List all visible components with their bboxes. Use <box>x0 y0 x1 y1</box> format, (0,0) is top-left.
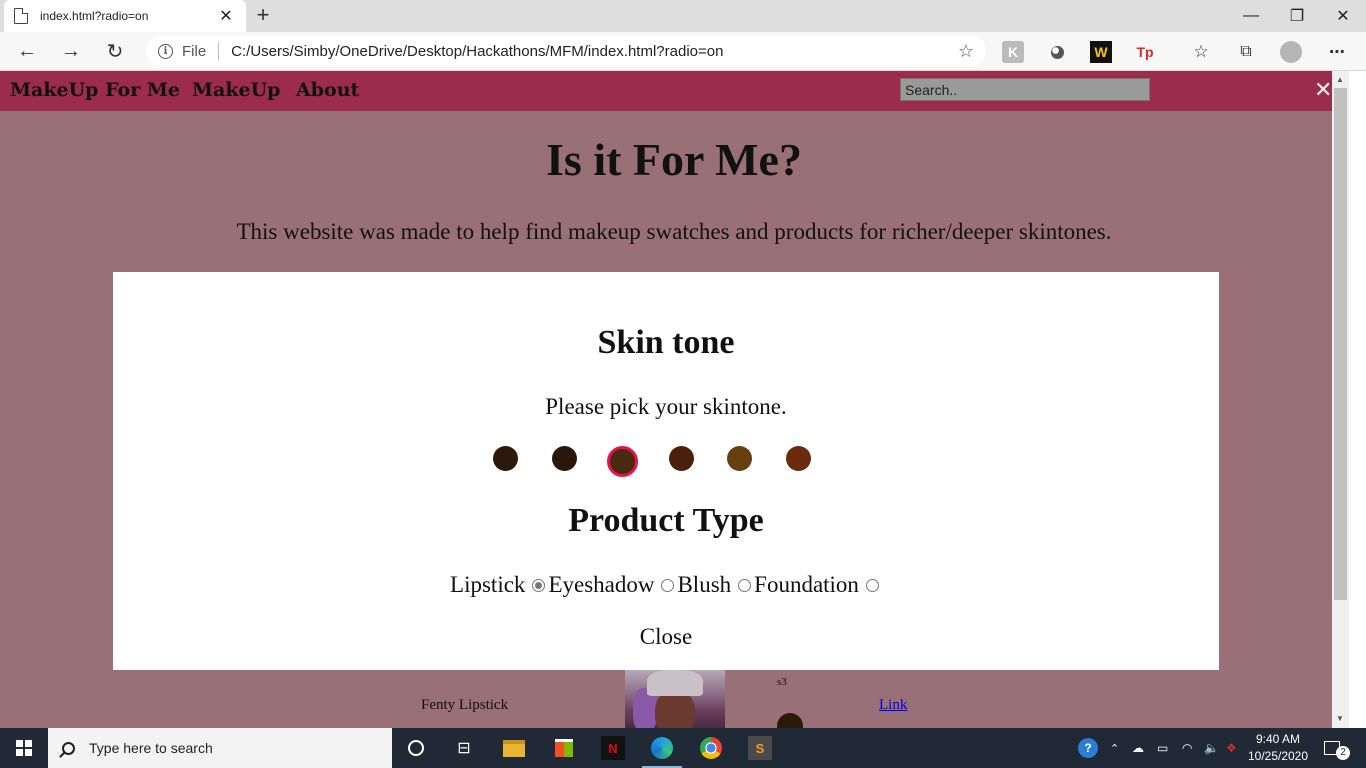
scroll-down-arrow[interactable]: ▼ <box>1336 714 1344 723</box>
forward-button[interactable]: → <box>56 37 86 65</box>
product-name: Fenty Lipstick <box>421 697 509 713</box>
product-option-label: Lipstick <box>450 572 526 597</box>
windows-logo-icon <box>16 740 32 756</box>
browser-toolbar: ← → ↻ i File C:/Users/Simby/OneDrive/Des… <box>0 32 1366 71</box>
extension-circle-icon[interactable] <box>1046 41 1068 63</box>
skin-tone-swatch[interactable] <box>552 446 577 471</box>
skin-tone-swatch[interactable] <box>669 446 694 471</box>
page-title: Is it For Me? <box>546 134 802 185</box>
restore-button[interactable]: ❐ <box>1274 0 1320 32</box>
action-center-icon[interactable]: 2 <box>1324 728 1350 768</box>
product-swatch <box>777 713 803 728</box>
file-explorer-icon[interactable] <box>502 736 526 760</box>
volume-muted-icon[interactable]: 🔈 <box>1204 728 1219 768</box>
product-option-radio[interactable] <box>738 578 752 592</box>
product-option-radio[interactable] <box>532 578 546 592</box>
page-close-icon[interactable]: ✕ <box>1314 77 1332 103</box>
cortana-icon[interactable] <box>404 736 428 760</box>
notification-count: 2 <box>1336 746 1350 760</box>
notification-app-icon[interactable]: ❖ <box>1226 728 1237 768</box>
product-option-label: Foundation <box>754 572 859 597</box>
product-option[interactable]: Foundation <box>754 572 882 598</box>
netflix-icon[interactable]: N <box>601 736 625 760</box>
nav-link-about[interactable]: About <box>296 79 359 101</box>
start-button[interactable] <box>0 728 48 768</box>
skin-tone-swatches <box>113 444 1219 478</box>
chrome-icon[interactable] <box>699 736 723 760</box>
extension-k-icon[interactable]: K <box>1002 41 1024 63</box>
windows-taskbar: Type here to search ⊟ N S ? ⌃ ☁ ▭ ◠ 🔈 ❖ … <box>0 728 1366 768</box>
skin-tone-swatch[interactable] <box>786 446 811 471</box>
url-separator <box>218 42 220 60</box>
site-search-input[interactable] <box>900 78 1150 101</box>
taskbar-search[interactable]: Type here to search <box>48 728 392 768</box>
more-menu-icon[interactable]: ⋯ <box>1326 41 1348 63</box>
clock-time: 9:40 AM <box>1255 732 1301 746</box>
product-option-label: Blush <box>677 572 732 597</box>
profile-avatar-icon[interactable] <box>1280 41 1302 63</box>
edge-icon[interactable] <box>650 736 674 760</box>
onedrive-icon[interactable]: ☁ <box>1132 728 1144 768</box>
battery-icon[interactable]: ▭ <box>1157 728 1168 768</box>
tab-title: index.html?radio=on <box>40 9 149 23</box>
skin-tone-prompt: Please pick your skintone. <box>545 394 787 419</box>
search-icon <box>62 741 75 755</box>
skin-tone-swatch[interactable] <box>607 446 638 477</box>
favorites-icon[interactable]: ☆ <box>1190 41 1212 63</box>
info-icon[interactable]: i <box>158 43 173 59</box>
extension-w-icon[interactable]: W <box>1090 41 1112 63</box>
product-option-radio[interactable] <box>661 578 675 592</box>
minimize-button[interactable]: — <box>1228 0 1274 32</box>
web-page: MakeUp For Me MakeUp About ✕ Is it For M… <box>0 71 1332 728</box>
skin-tone-swatch[interactable] <box>727 446 752 471</box>
product-type-options: Lipstick Eyeshadow Blush Foundation <box>113 572 1219 598</box>
product-option[interactable]: Eyeshadow <box>548 572 677 598</box>
tray-expand-icon[interactable]: ⌃ <box>1110 728 1119 768</box>
store-icon[interactable] <box>552 736 576 760</box>
modal-close-button[interactable]: Close <box>113 624 1219 650</box>
product-type-heading: Product Type <box>568 502 764 539</box>
nav-link-home[interactable]: MakeUp For Me <box>10 79 180 101</box>
window-close-button[interactable]: ✕ <box>1320 0 1366 32</box>
favorite-star-icon[interactable]: ☆ <box>958 41 974 62</box>
skin-tone-heading: Skin tone <box>597 324 735 361</box>
back-button[interactable]: ← <box>12 37 42 65</box>
url-text[interactable]: C:/Users/Simby/OneDrive/Desktop/Hackatho… <box>231 43 958 60</box>
task-view-icon[interactable]: ⊟ <box>452 736 476 760</box>
product-option-radio[interactable] <box>865 578 879 592</box>
collections-icon[interactable]: ⧉ <box>1235 41 1257 63</box>
page-scrollbar[interactable]: ▲ ▼ <box>1332 71 1349 728</box>
new-tab-button[interactable]: + <box>252 2 274 28</box>
wifi-icon[interactable]: ◠ <box>1182 728 1192 768</box>
product-option[interactable]: Lipstick <box>450 572 548 598</box>
url-scheme-label: File <box>182 42 207 60</box>
tab-close-icon[interactable]: ✕ <box>216 6 236 26</box>
browser-tab[interactable]: index.html?radio=on ✕ <box>4 0 246 32</box>
scroll-up-arrow[interactable]: ▲ <box>1336 75 1344 84</box>
product-option[interactable]: Blush <box>677 572 754 598</box>
product-option-label: Eyeshadow <box>548 572 655 597</box>
nav-link-makeup[interactable]: MakeUp <box>192 79 280 101</box>
page-icon <box>14 8 28 24</box>
help-icon[interactable]: ? <box>1078 728 1098 768</box>
product-image <box>625 670 725 728</box>
site-navbar: MakeUp For Me MakeUp About ✕ <box>0 71 1332 111</box>
product-link[interactable]: Link <box>879 697 907 714</box>
window-edge <box>1349 71 1366 728</box>
page-subtitle: This website was made to help find makeu… <box>236 219 1112 244</box>
extension-tp-icon[interactable]: Tp <box>1134 41 1156 63</box>
address-bar[interactable]: i File C:/Users/Simby/OneDrive/Desktop/H… <box>146 36 986 66</box>
browser-tab-bar: index.html?radio=on ✕ + — ❐ ✕ <box>0 0 1366 32</box>
sublime-text-icon[interactable]: S <box>748 736 772 760</box>
reload-button[interactable]: ↻ <box>100 37 130 65</box>
taskbar-clock[interactable]: 9:40 AM 10/25/2020 <box>1240 731 1316 765</box>
taskbar-search-placeholder: Type here to search <box>89 740 213 756</box>
product-shade-label: s3 <box>777 676 787 688</box>
scroll-thumb[interactable] <box>1334 88 1347 600</box>
clock-date: 10/25/2020 <box>1247 749 1309 763</box>
skin-tone-swatch[interactable] <box>493 446 518 471</box>
filter-modal: Skin tone Please pick your skintone. Pro… <box>113 272 1219 670</box>
